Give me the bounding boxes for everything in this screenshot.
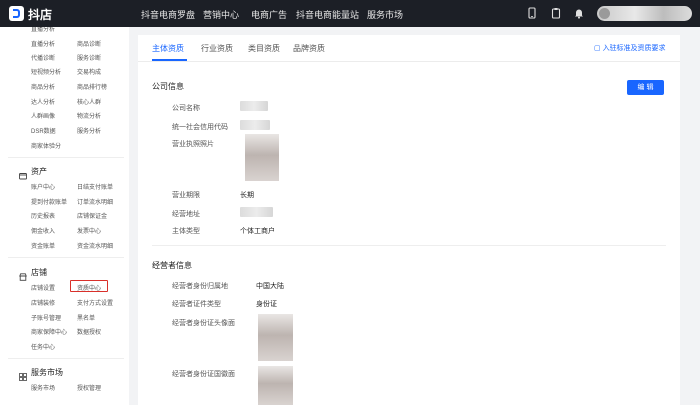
top-bar: 抖店 抖音电商罗盘 营销中心 电商广告 抖音电商能量站 服务市场 — [0, 0, 700, 27]
tab-subject-qualification[interactable]: 主体资质 — [152, 43, 184, 54]
mobile-icon[interactable] — [526, 7, 538, 19]
sidebar-link[interactable]: 资金流水明细 — [77, 241, 113, 250]
sidebar-link[interactable]: 子账号管理 — [31, 313, 61, 322]
sidebar-link[interactable]: 账户中心 — [31, 182, 55, 191]
business-address-value-redacted — [240, 207, 273, 217]
sidebar-link[interactable]: 历史报表 — [31, 211, 55, 220]
operator-id-type-label: 经营者证件类型 — [172, 301, 221, 308]
active-tab-indicator — [152, 59, 187, 61]
sidebar-link[interactable]: 直播分析 — [31, 27, 55, 33]
main-content: 主体资质 行业资质 类目资质 品牌资质 ▢ 入驻标准及资质要求 公司信息 编 辑… — [138, 35, 680, 405]
sidebar-link[interactable]: DSR数据 — [31, 126, 56, 135]
avatar — [599, 8, 610, 19]
sidebar-link[interactable]: 达人分析 — [31, 97, 55, 106]
sidebar-link[interactable]: 服务诊断 — [77, 53, 101, 62]
sidebar-link[interactable]: 短视频分析 — [31, 67, 61, 76]
operator-info-title: 经营者信息 — [152, 261, 192, 270]
company-name-label: 公司名称 — [172, 105, 200, 112]
business-license-image[interactable] — [245, 134, 279, 181]
sidebar-link[interactable]: 授权管理 — [77, 383, 101, 392]
sidebar-link[interactable]: 核心人群 — [77, 97, 101, 106]
id-back-image[interactable] — [258, 366, 293, 405]
sidebar-link[interactable]: 服务分析 — [77, 126, 101, 135]
sidebar-link[interactable]: 日结支付账单 — [77, 182, 113, 191]
id-front-label: 经营者身份证头像面 — [172, 320, 235, 327]
operator-id-type-value: 身份证 — [256, 301, 277, 308]
sidebar-section-store[interactable]: 店铺 — [31, 267, 47, 278]
sidebar-link[interactable]: 商品排行榜 — [77, 82, 107, 91]
subject-type-label: 主体类型 — [172, 228, 200, 235]
sidebar-link[interactable]: 商品分析 — [31, 82, 55, 91]
sidebar-link[interactable]: 人群画像 — [31, 111, 55, 120]
business-term-value: 长期 — [240, 192, 254, 199]
sidebar-link[interactable]: 发票中心 — [77, 226, 101, 235]
operator-region-label: 经营者身份归属地 — [172, 283, 228, 290]
sidebar-section-service-market[interactable]: 服务市场 — [31, 367, 63, 378]
section-divider — [152, 245, 666, 246]
id-back-label: 经营者身份证国徽面 — [172, 371, 235, 378]
sidebar-divider — [8, 157, 124, 158]
store-icon — [19, 268, 27, 281]
nav-ads[interactable]: 电商广告 — [251, 8, 287, 21]
sidebar-link[interactable]: 代播诊断 — [31, 53, 55, 62]
business-license-label: 营业执照照片 — [172, 141, 214, 148]
sidebar-link[interactable]: 数据授权 — [77, 327, 101, 336]
tab-category-qualification[interactable]: 类目资质 — [248, 43, 280, 54]
company-info-title: 公司信息 — [152, 82, 184, 91]
sidebar-link[interactable]: 直播分析 — [31, 39, 55, 48]
sidebar-link[interactable]: 店铺装修 — [31, 298, 55, 307]
sidebar-link[interactable]: 物流分析 — [77, 111, 101, 120]
sidebar-section-assets[interactable]: 资产 — [31, 166, 47, 177]
credit-code-value-redacted — [240, 120, 270, 130]
sidebar-divider — [8, 358, 124, 359]
credit-code-label: 统一社会信用代码 — [172, 124, 228, 131]
sidebar-link[interactable]: 订单流水明细 — [77, 197, 113, 206]
sidebar-link[interactable]: 提到付款账单 — [31, 197, 67, 206]
sidebar-link[interactable]: 商家保障中心 — [31, 327, 67, 336]
clipboard-icon[interactable] — [550, 7, 562, 19]
sidebar-link[interactable]: 店铺设置 — [31, 283, 55, 292]
requirements-link[interactable]: ▢ 入驻标准及资质要求 — [594, 43, 666, 53]
grid-icon — [19, 368, 27, 381]
sidebar: 直播分析 直播分析 商品诊断 代播诊断 服务诊断 短视频分析 交易构成 商品分析… — [0, 27, 129, 405]
sidebar-link[interactable]: 佣金收入 — [31, 226, 55, 235]
nav-marketing[interactable]: 营销中心 — [203, 8, 239, 21]
document-icon: ▢ — [594, 45, 603, 52]
sidebar-link[interactable]: 资金账单 — [31, 241, 55, 250]
sidebar-link[interactable]: 店铺保证金 — [77, 211, 107, 220]
nav-compass[interactable]: 抖音电商罗盘 — [141, 8, 195, 21]
nav-service-market[interactable]: 服务市场 — [367, 8, 403, 21]
operator-region-value: 中国大陆 — [256, 283, 284, 290]
account-menu[interactable] — [597, 6, 692, 21]
bell-icon[interactable] — [573, 7, 585, 19]
edit-button[interactable]: 编 辑 — [627, 80, 664, 95]
business-address-label: 经营地址 — [172, 211, 200, 218]
sidebar-link[interactable]: 支付方式设置 — [77, 298, 113, 307]
sidebar-link[interactable]: 任务中心 — [31, 342, 55, 351]
sidebar-link[interactable]: 商品诊断 — [77, 39, 101, 48]
doudian-logo-icon[interactable] — [9, 6, 24, 21]
sidebar-link[interactable]: 黑名单 — [77, 313, 95, 322]
company-name-value-redacted — [240, 101, 268, 111]
tab-bar: 主体资质 行业资质 类目资质 品牌资质 ▢ 入驻标准及资质要求 — [138, 35, 680, 62]
tab-industry-qualification[interactable]: 行业资质 — [201, 43, 233, 54]
sidebar-link[interactable]: 商家体验分 — [31, 141, 61, 150]
subject-type-value: 个体工商户 — [240, 228, 275, 235]
sidebar-divider — [8, 257, 124, 258]
requirements-link-label: 入驻标准及资质要求 — [602, 45, 666, 52]
sidebar-link[interactable]: 服务市场 — [31, 383, 55, 392]
id-front-image[interactable] — [258, 314, 293, 361]
sidebar-link[interactable]: 交易构成 — [77, 67, 101, 76]
highlight-box — [70, 280, 108, 292]
tab-brand-qualification[interactable]: 品牌资质 — [293, 43, 325, 54]
wallet-icon — [19, 167, 27, 180]
nav-energy-station[interactable]: 抖音电商能量站 — [296, 8, 359, 21]
app-name[interactable]: 抖店 — [28, 6, 52, 23]
business-term-label: 营业期限 — [172, 192, 200, 199]
